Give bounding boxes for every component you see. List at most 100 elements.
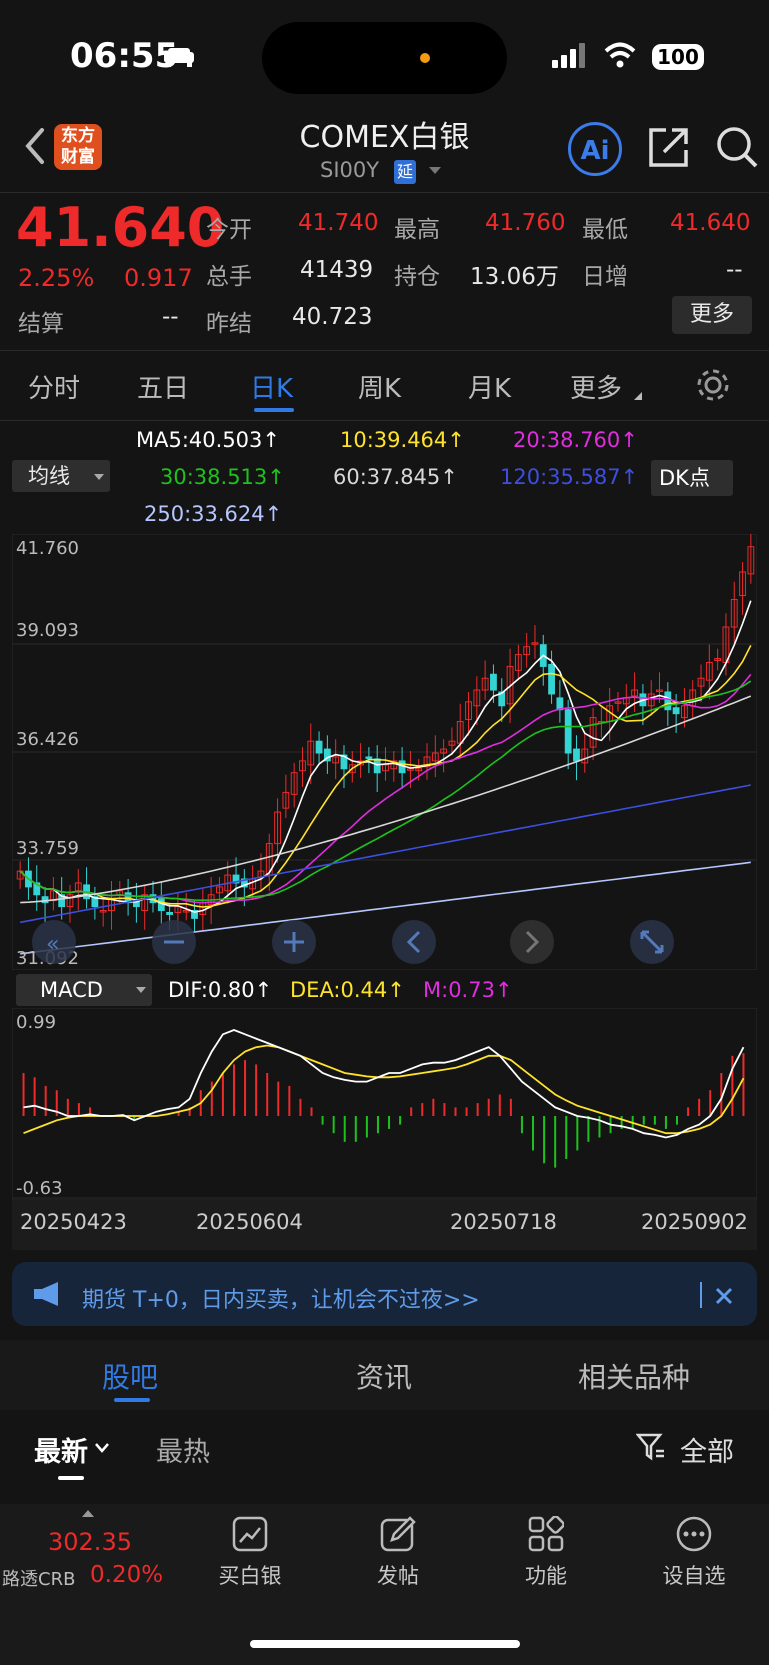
filter-latest[interactable]: 最新 [34,1430,88,1469]
date-label-1: 20250423 [20,1210,127,1234]
candle-body [573,748,580,762]
ma10-legend: 10:39.464↑ [340,428,465,452]
settings-gear-icon[interactable] [694,366,732,404]
macd-chart[interactable]: 0.99 -0.63 [12,1008,757,1200]
close-icon[interactable] [714,1286,734,1306]
candle-body [564,709,572,754]
dk-point-button[interactable]: DK点 [651,460,733,496]
tab-daily-k[interactable]: 日K [250,368,293,405]
chevron-down-icon[interactable] [428,166,442,176]
open-label: 今开 [206,217,252,243]
candle-body [664,691,672,711]
candle-body [315,740,323,754]
tab-more[interactable]: 更多 [570,368,622,405]
tab-forum[interactable]: 股吧 [102,1356,158,1396]
open-value: 41.740 [298,210,379,236]
candle-body [373,758,381,774]
filter-all[interactable]: 全部 [680,1430,734,1469]
daily-increase-value: -- [726,257,743,283]
buy-silver-button[interactable]: 买白银 [200,1560,300,1590]
functions-button[interactable]: 功能 [496,1560,596,1590]
chevron-down-icon [95,1443,109,1453]
tab-intraday[interactable]: 分时 [28,368,80,405]
date-label-3: 20250718 [450,1210,557,1234]
search-icon[interactable] [714,124,760,170]
ma120-legend: 120:35.587↑ [500,465,639,489]
buy-chart-icon[interactable] [232,1516,268,1552]
low-label: 最低 [582,217,628,243]
post-button[interactable]: 发帖 [348,1560,448,1590]
tab-weekly-k[interactable]: 周K [358,368,401,405]
date-label-2: 20250604 [196,1210,303,1234]
tab-five-day[interactable]: 五日 [137,368,189,405]
ma120-line [20,784,751,924]
low-value: 41.640 [670,210,751,236]
chevron-down-icon [136,987,146,993]
ma5-legend: MA5:40.503↑ [136,428,280,452]
tab-monthly-k[interactable]: 月K [468,368,511,405]
active-tab-indicator [254,408,294,412]
candle-body [548,663,555,695]
car-icon [164,48,194,67]
tab-news[interactable]: 资讯 [356,1356,412,1396]
macd-dea-line [23,1044,745,1135]
ma20-legend: 20:38.760↑ [513,428,638,452]
wifi-icon [604,42,636,68]
macd-dif-line [23,1029,745,1139]
settle-label: 结算 [18,311,64,337]
delay-badge: 延 [394,160,416,184]
prev-settle-value: 40.723 [292,304,373,330]
date-label-4: 20250902 [641,1210,748,1234]
candlestick-chart[interactable]: 41.760 39.093 36.426 33.759 31.092 « [12,534,757,970]
y-axis-label-2: 39.093 [16,620,79,641]
signal-icon [552,43,585,68]
promo-banner-text[interactable]: 期货 T+0，日内买卖，让机会不过夜>> [82,1282,480,1314]
add-watchlist-button[interactable]: 设自选 [644,1560,744,1590]
macd-dif-legend: DIF:0.80↑ [168,978,273,1002]
crb-index-change: 0.20% [90,1562,164,1588]
indicator-select-macd[interactable]: MACD [16,974,152,1006]
privacy-dot [420,53,430,63]
y-axis-label-3: 36.426 [16,729,79,750]
crb-index-name: 路透CRB [2,1569,76,1590]
crb-index-value[interactable]: 302.35 [48,1528,132,1556]
share-icon[interactable] [646,124,692,170]
expand-up-icon[interactable] [82,1510,94,1517]
macd-axis-top: 0.99 [16,1012,56,1033]
open-interest-value: 13.06万 [470,264,559,290]
candle-body [490,673,497,691]
apps-grid-icon[interactable] [528,1516,564,1552]
contract-code: SI00Y [320,158,380,182]
change-amount: 0.917 [124,264,193,292]
edit-icon[interactable] [380,1516,416,1552]
y-axis-top-label: 41.760 [16,538,79,559]
active-tab-indicator [114,1398,150,1402]
svg-text:«: « [46,932,59,957]
filter-icon[interactable] [636,1432,666,1462]
y-axis-label-4: 33.759 [16,838,79,859]
more-dots-icon[interactable] [676,1516,712,1552]
more-button[interactable]: 更多 [672,296,752,334]
move-right-icon[interactable] [510,920,554,964]
candle-body [365,756,373,759]
ma30-line [19,680,752,902]
macd-dea-legend: DEA:0.44↑ [290,978,405,1002]
last-price: 41.640 [16,196,225,259]
ai-assistant-button[interactable]: Ai [568,122,622,176]
move-left-icon[interactable] [392,920,436,964]
macd-axis-bottom: -0.63 [16,1178,63,1199]
divider [700,1282,702,1308]
candle-body [166,911,174,915]
ma60-legend: 60:37.845↑ [333,465,458,489]
candle-body [672,707,680,715]
chevron-down-icon [94,474,104,480]
change-percent: 2.25% [18,264,95,292]
macd-m-legend: M:0.73↑ [423,978,513,1002]
daily-increase-label: 日增 [582,264,628,290]
filter-hot[interactable]: 最热 [156,1430,210,1469]
open-interest-label: 持仓 [394,264,440,290]
megaphone-icon [34,1282,58,1306]
home-indicator [250,1640,520,1648]
ma20-line [19,673,752,904]
tab-related[interactable]: 相关品种 [578,1356,690,1396]
